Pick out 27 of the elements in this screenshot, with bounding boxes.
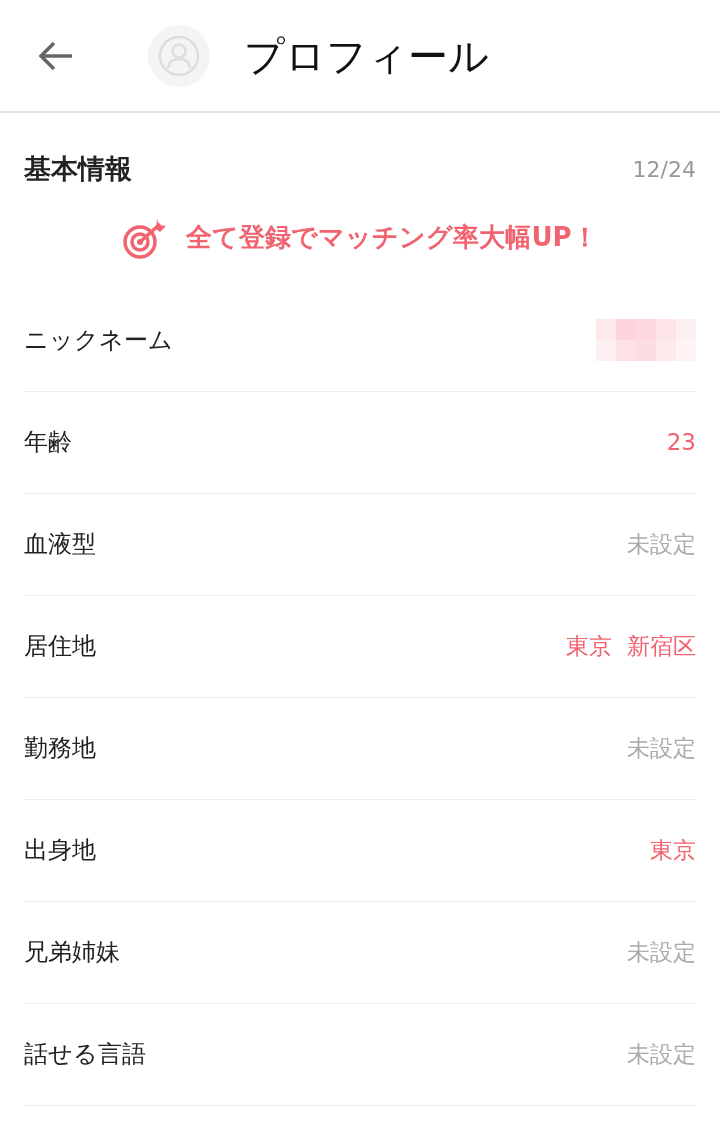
field-label: 居住地 <box>24 631 96 662</box>
field-value: 未設定 <box>627 529 696 559</box>
field-label: 年齢 <box>24 427 72 458</box>
field-row[interactable]: 血液型 未設定 <box>24 493 696 596</box>
progress-count: 12/24 <box>632 155 696 184</box>
field-row[interactable]: 年齢 23 <box>24 391 696 494</box>
field-row[interactable]: ニックネーム <box>24 289 696 392</box>
field-value: 東京 新宿区 <box>566 631 696 661</box>
field-value: 未設定 <box>627 733 696 763</box>
field-row[interactable]: 話せる言語 未設定 <box>24 1003 696 1106</box>
field-label: ニックネーム <box>24 325 173 356</box>
section-title: 基本情報 <box>24 152 132 186</box>
field-value: 未設定 <box>627 937 696 967</box>
field-label: 血液型 <box>24 529 96 560</box>
field-label: 出身地 <box>24 835 96 866</box>
field-label: 話せる言語 <box>24 1039 146 1070</box>
promo-text: 全て登録でマッチング率大幅UP！ <box>186 221 598 254</box>
field-value: 東京 <box>650 835 696 865</box>
field-label: 勤務地 <box>24 733 96 764</box>
field-row[interactable]: 出身地 東京 <box>24 799 696 902</box>
field-value: 未設定 <box>627 1039 696 1069</box>
field-row[interactable]: 勤務地 未設定 <box>24 697 696 800</box>
field-row[interactable]: 居住地 東京 新宿区 <box>24 595 696 698</box>
field-label: 兄弟姉妹 <box>24 937 120 968</box>
field-value: 23 <box>666 427 696 457</box>
field-row[interactable]: 兄弟姉妹 未設定 <box>24 901 696 1004</box>
page-title: プロフィール <box>244 31 489 81</box>
